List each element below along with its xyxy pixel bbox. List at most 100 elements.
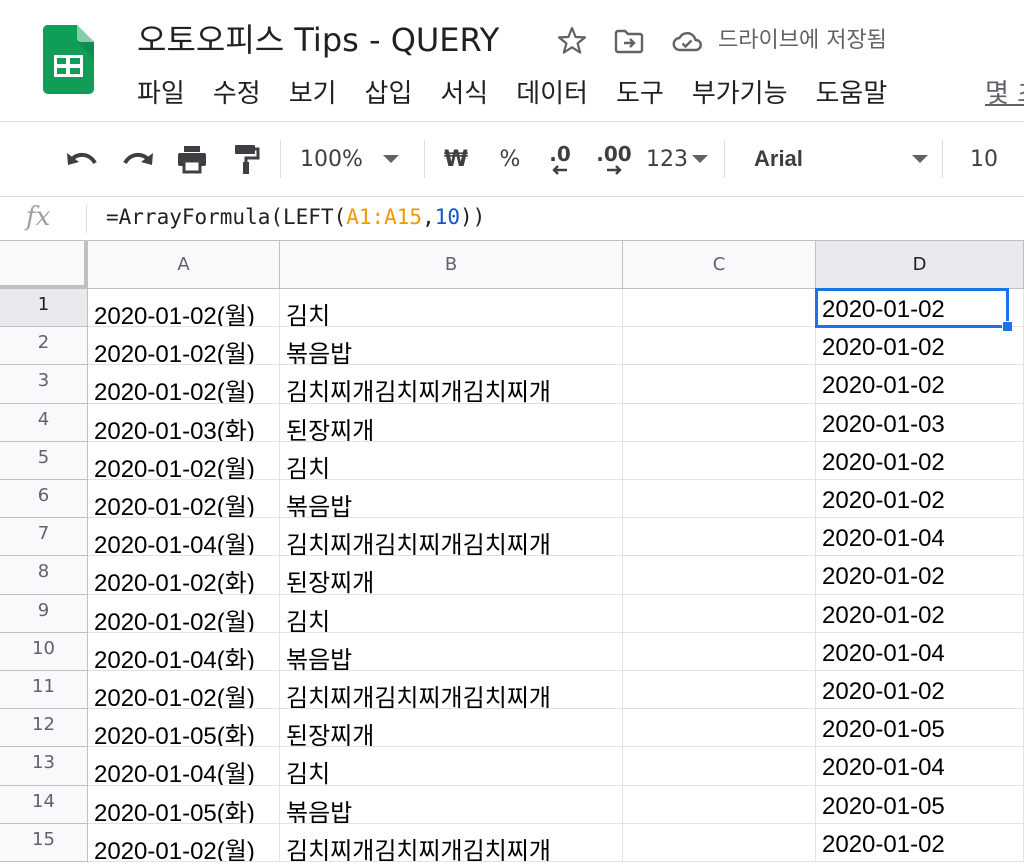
- cell-b[interactable]: 김치찌개김치찌개김치찌개: [280, 823, 623, 862]
- cell-b[interactable]: 김치찌개김치찌개김치찌개: [280, 365, 623, 404]
- cell-b[interactable]: 김치찌개김치찌개김치찌개: [280, 671, 623, 710]
- menu-insert[interactable]: 삽입: [365, 72, 413, 116]
- column-header-b[interactable]: B: [280, 241, 623, 289]
- cell-c[interactable]: [623, 365, 816, 404]
- percent-format-button[interactable]: %: [492, 141, 528, 177]
- cell-c[interactable]: [623, 518, 816, 557]
- cell-b[interactable]: 볶음밥: [280, 480, 623, 519]
- row-header[interactable]: 8: [0, 556, 88, 595]
- cell-a[interactable]: 2020-01-05(화): [88, 709, 280, 748]
- number-format-select[interactable]: 123: [646, 141, 710, 177]
- cell-c[interactable]: [623, 823, 816, 862]
- cell-d[interactable]: 2020-01-02: [816, 556, 1024, 595]
- cell-b[interactable]: 김치: [280, 289, 623, 328]
- cell-b[interactable]: 볶음밥: [280, 785, 623, 824]
- sheets-logo-icon[interactable]: [43, 25, 94, 94]
- document-title[interactable]: 오토오피스 Tips - QUERY: [137, 18, 499, 62]
- select-all-corner[interactable]: [0, 241, 88, 289]
- cell-b[interactable]: 된장찌개: [280, 709, 623, 748]
- font-size-select[interactable]: 10: [966, 141, 1002, 177]
- cell-c[interactable]: [623, 785, 816, 824]
- menu-file[interactable]: 파일: [137, 72, 185, 116]
- menu-tools[interactable]: 도구: [616, 72, 664, 116]
- row-header[interactable]: 6: [0, 480, 88, 519]
- cell-d[interactable]: 2020-01-02: [816, 327, 1024, 366]
- row-header[interactable]: 14: [0, 785, 88, 824]
- star-icon[interactable]: [556, 25, 588, 57]
- cell-c[interactable]: [623, 480, 816, 519]
- cell-d[interactable]: 2020-01-04: [816, 747, 1024, 786]
- row-header[interactable]: 12: [0, 709, 88, 748]
- redo-button[interactable]: [118, 141, 158, 177]
- row-header[interactable]: 9: [0, 594, 88, 633]
- increase-decimal-button[interactable]: .00: [592, 141, 636, 177]
- cell-d[interactable]: 2020-01-02: [816, 289, 1024, 328]
- cell-a[interactable]: 2020-01-02(월): [88, 365, 280, 404]
- cell-d[interactable]: 2020-01-02: [816, 441, 1024, 480]
- cell-d[interactable]: 2020-01-05: [816, 709, 1024, 748]
- cell-c[interactable]: [623, 632, 816, 671]
- paint-format-button[interactable]: [226, 141, 266, 177]
- move-to-folder-icon[interactable]: [613, 25, 645, 57]
- row-header[interactable]: 10: [0, 632, 88, 671]
- cell-a[interactable]: 2020-01-02(화): [88, 556, 280, 595]
- cell-d[interactable]: 2020-01-02: [816, 823, 1024, 862]
- cell-a[interactable]: 2020-01-04(월): [88, 518, 280, 557]
- cell-d[interactable]: 2020-01-02: [816, 671, 1024, 710]
- row-header[interactable]: 11: [0, 671, 88, 710]
- cell-a[interactable]: 2020-01-02(월): [88, 594, 280, 633]
- row-header[interactable]: 15: [0, 823, 88, 862]
- cell-d[interactable]: 2020-01-03: [816, 403, 1024, 442]
- row-header[interactable]: 13: [0, 747, 88, 786]
- cell-c[interactable]: [623, 709, 816, 748]
- cell-a[interactable]: 2020-01-04(월): [88, 747, 280, 786]
- zoom-select[interactable]: 100%: [300, 141, 410, 177]
- cell-a[interactable]: 2020-01-02(월): [88, 441, 280, 480]
- menu-edit[interactable]: 수정: [213, 72, 261, 116]
- cell-a[interactable]: 2020-01-05(화): [88, 785, 280, 824]
- currency-format-button[interactable]: ₩: [438, 141, 474, 177]
- cell-c[interactable]: [623, 403, 816, 442]
- cell-b[interactable]: 볶음밥: [280, 632, 623, 671]
- cell-b[interactable]: 김치찌개김치찌개김치찌개: [280, 518, 623, 557]
- cell-a[interactable]: 2020-01-02(월): [88, 480, 280, 519]
- cell-d[interactable]: 2020-01-02: [816, 480, 1024, 519]
- cell-c[interactable]: [623, 594, 816, 633]
- cell-d[interactable]: 2020-01-04: [816, 518, 1024, 557]
- cell-c[interactable]: [623, 556, 816, 595]
- column-header-a[interactable]: A: [88, 241, 280, 289]
- menu-addons[interactable]: 부가기능: [692, 72, 788, 116]
- cell-c[interactable]: [623, 671, 816, 710]
- cell-b[interactable]: 김치: [280, 747, 623, 786]
- menu-data[interactable]: 데이터: [516, 72, 588, 116]
- row-header[interactable]: 3: [0, 365, 88, 404]
- cell-b[interactable]: 된장찌개: [280, 556, 623, 595]
- cell-c[interactable]: [623, 441, 816, 480]
- cell-a[interactable]: 2020-01-03(화): [88, 403, 280, 442]
- cell-d[interactable]: 2020-01-05: [816, 785, 1024, 824]
- cell-c[interactable]: [623, 327, 816, 366]
- column-header-d[interactable]: D: [816, 241, 1024, 289]
- cell-b[interactable]: 김치: [280, 594, 623, 633]
- cell-b[interactable]: 된장찌개: [280, 403, 623, 442]
- menu-help[interactable]: 도움말: [816, 72, 888, 116]
- row-header[interactable]: 2: [0, 327, 88, 366]
- cell-c[interactable]: [623, 289, 816, 328]
- menu-view[interactable]: 보기: [289, 72, 337, 116]
- font-family-select[interactable]: Arial: [754, 141, 928, 177]
- row-header[interactable]: 5: [0, 441, 88, 480]
- cell-d[interactable]: 2020-01-04: [816, 632, 1024, 671]
- undo-button[interactable]: [62, 141, 102, 177]
- cell-a[interactable]: 2020-01-02(월): [88, 327, 280, 366]
- cell-b[interactable]: 김치: [280, 441, 623, 480]
- cell-a[interactable]: 2020-01-02(월): [88, 289, 280, 328]
- last-edit-link[interactable]: 몇 초: [985, 72, 1024, 116]
- column-header-c[interactable]: C: [623, 241, 816, 289]
- formula-input[interactable]: =ArrayFormula(LEFT(A1:A15,10)): [106, 197, 485, 241]
- cell-a[interactable]: 2020-01-02(월): [88, 823, 280, 862]
- fill-handle[interactable]: [1002, 321, 1013, 333]
- cell-d[interactable]: 2020-01-02: [816, 365, 1024, 404]
- decrease-decimal-button[interactable]: .0: [540, 141, 580, 177]
- cell-a[interactable]: 2020-01-04(화): [88, 632, 280, 671]
- row-header[interactable]: 4: [0, 403, 88, 442]
